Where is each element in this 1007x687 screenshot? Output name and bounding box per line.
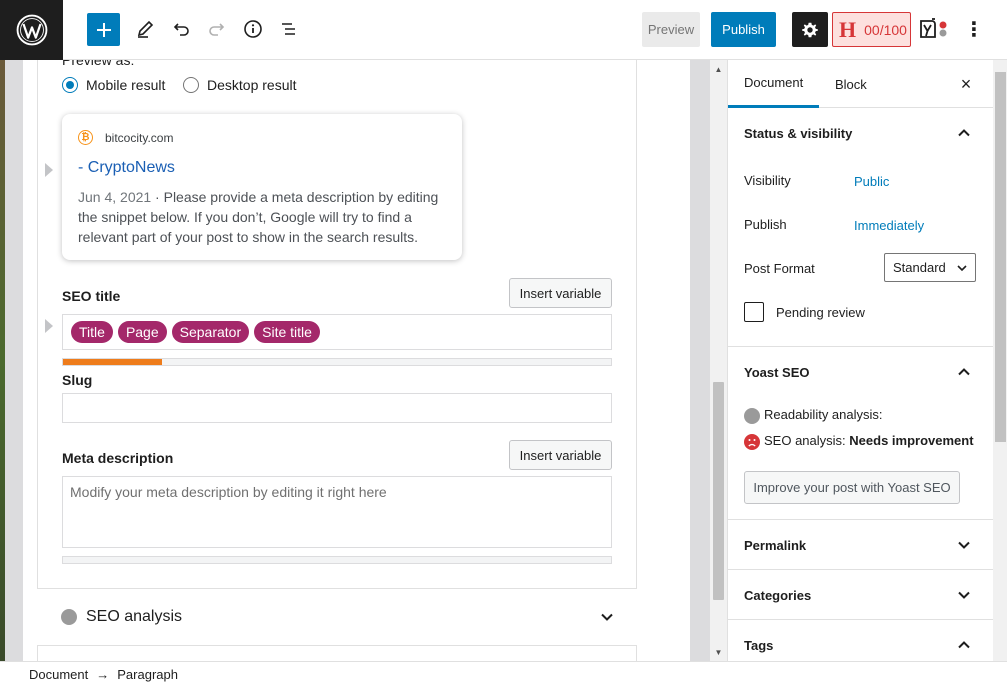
undo-button[interactable] (168, 16, 194, 42)
chevron-up-icon[interactable] (954, 362, 974, 382)
variable-pill[interactable]: Page (117, 321, 167, 343)
list-view-icon (282, 23, 295, 35)
settings-button[interactable] (792, 12, 828, 47)
variable-pill[interactable]: Separator (171, 321, 250, 343)
meta-description-progress (62, 556, 612, 564)
pending-review-label: Pending review (776, 305, 865, 320)
serp-caret-icon (45, 163, 53, 177)
improve-yoast-button[interactable]: Improve your post with Yoast SEO (744, 471, 960, 504)
visibility-value-link[interactable]: Public (854, 174, 889, 189)
chevron-down-icon[interactable] (954, 535, 974, 555)
meta-description-input[interactable]: Modify your meta description by editing … (62, 476, 612, 548)
scroll-down-icon[interactable]: ▼ (712, 646, 725, 658)
radio-unchecked-icon[interactable] (183, 77, 199, 93)
serp-date: Jun 4, 2021 (78, 189, 152, 205)
preview-button[interactable]: Preview (642, 12, 700, 47)
desktop-result-label: Desktop result (207, 77, 297, 93)
seo-analysis-sidebar-label: SEO analysis: (764, 433, 846, 448)
chevron-down-icon (957, 265, 967, 272)
hemingway-score: 00/100 (864, 21, 907, 38)
post-format-value: Standard (893, 260, 946, 275)
sidebar-tabs: Document Block × (728, 60, 993, 108)
breadcrumb-document[interactable]: Document (29, 667, 88, 682)
mobile-result-radio[interactable]: Mobile result (62, 77, 165, 93)
wordpress-icon (16, 14, 47, 46)
insert-variable-button[interactable]: Insert variable (509, 278, 612, 308)
details-button[interactable] (240, 16, 266, 42)
close-sidebar-icon[interactable]: × (956, 74, 976, 94)
edit-tools-button[interactable] (132, 16, 158, 42)
add-block-button[interactable] (87, 13, 120, 46)
redo-icon (209, 23, 225, 36)
plus-icon (96, 22, 111, 37)
insert-variable-button[interactable]: Insert variable (509, 440, 612, 470)
yoast-seo-button[interactable] (918, 16, 954, 42)
variable-pill[interactable]: Site title (254, 321, 320, 343)
seo-title-progress (62, 358, 612, 366)
post-format-select[interactable]: Standard (884, 253, 976, 282)
breadcrumb-paragraph[interactable]: Paragraph (117, 667, 178, 682)
seo-title-progress-fill (63, 359, 162, 365)
seo-title-caret-icon (45, 319, 53, 333)
sad-face-icon-glyph (748, 439, 756, 447)
redo-button[interactable] (204, 16, 230, 42)
publish-label: Publish (744, 217, 787, 232)
variable-pill[interactable]: Title (71, 321, 113, 343)
visibility-label: Visibility (744, 173, 791, 188)
mobile-result-label: Mobile result (86, 77, 166, 93)
publish-date-link[interactable]: Immediately (854, 218, 924, 233)
seo-title-input[interactable]: Title Page Separator Site title (62, 314, 612, 350)
editor-toolbar: Preview Publish H 00/100 ⋮ (0, 0, 1007, 60)
sidebar-scrollbar-thumb[interactable] (995, 72, 1006, 442)
gear-icon (802, 22, 818, 37)
radio-checked-icon[interactable] (62, 77, 78, 93)
scroll-up-icon[interactable]: ▲ (712, 63, 725, 75)
slug-input[interactable] (62, 393, 612, 423)
serp-site: ₿ bitcocity.com (78, 130, 446, 145)
meta-description-label: Meta description (62, 450, 174, 466)
seo-score-dot-icon (61, 609, 77, 625)
serp-description: Jun 4, 2021 · Please provide a meta desc… (78, 187, 446, 247)
slug-label: Slug (62, 372, 93, 388)
serp-title[interactable]: - CryptoNews (78, 159, 446, 177)
seo-analysis-result: Needs improvement (849, 433, 974, 448)
editor-scrollbar-thumb[interactable] (713, 382, 724, 600)
outline-button[interactable] (276, 16, 302, 42)
chevron-up-icon[interactable] (954, 635, 974, 655)
sad-face-icon (744, 434, 760, 450)
breadcrumb-separator: → (96, 667, 110, 682)
preview-as-label: Preview as: (62, 60, 135, 68)
info-icon (244, 20, 262, 38)
settings-sidebar: Document Block × Status & visibility Vis… (727, 60, 1007, 661)
publish-button[interactable]: Publish (711, 12, 776, 47)
editor-gutter (690, 60, 710, 661)
hemingway-score-button[interactable]: H 00/100 (832, 12, 911, 47)
hemingway-icon: H (839, 16, 857, 42)
pending-review-checkbox[interactable] (744, 302, 764, 322)
chevron-up-icon[interactable] (954, 123, 974, 143)
bitcoin-favicon-icon: ₿ (78, 130, 93, 145)
editor-gutter (5, 60, 23, 661)
chevron-down-icon[interactable] (954, 585, 974, 605)
seo-analysis-toggle[interactable]: SEO analysis (37, 588, 637, 646)
post-format-label: Post Format (744, 261, 815, 276)
seo-analysis-label: SEO analysis (86, 608, 183, 625)
undo-icon (173, 23, 189, 36)
seo-title-label: SEO title (62, 288, 121, 304)
serp-site-url: bitcocity.com (105, 130, 174, 145)
google-preview-card: ₿ bitcocity.com - CryptoNews Jun 4, 2021… (62, 114, 462, 260)
wordpress-logo-icon[interactable] (0, 0, 63, 60)
tab-document[interactable]: Document (728, 60, 820, 108)
desktop-result-radio[interactable]: Desktop result (183, 77, 296, 93)
more-options-button[interactable]: ⋮ (964, 16, 984, 42)
readability-label: Readability analysis: (764, 407, 883, 422)
readability-dot-icon (744, 408, 760, 424)
editor-canvas: ▲ ▼ Preview as: Mobile result Desktop re… (0, 60, 727, 661)
block-breadcrumb: Document → Paragraph (0, 661, 1007, 687)
seo-analysis-row: SEO analysis: Needs improvement (764, 433, 974, 448)
tab-block[interactable]: Block (835, 60, 867, 108)
pencil-icon (137, 20, 154, 38)
chevron-down-icon (601, 613, 613, 621)
yoast-icon (920, 18, 947, 38)
